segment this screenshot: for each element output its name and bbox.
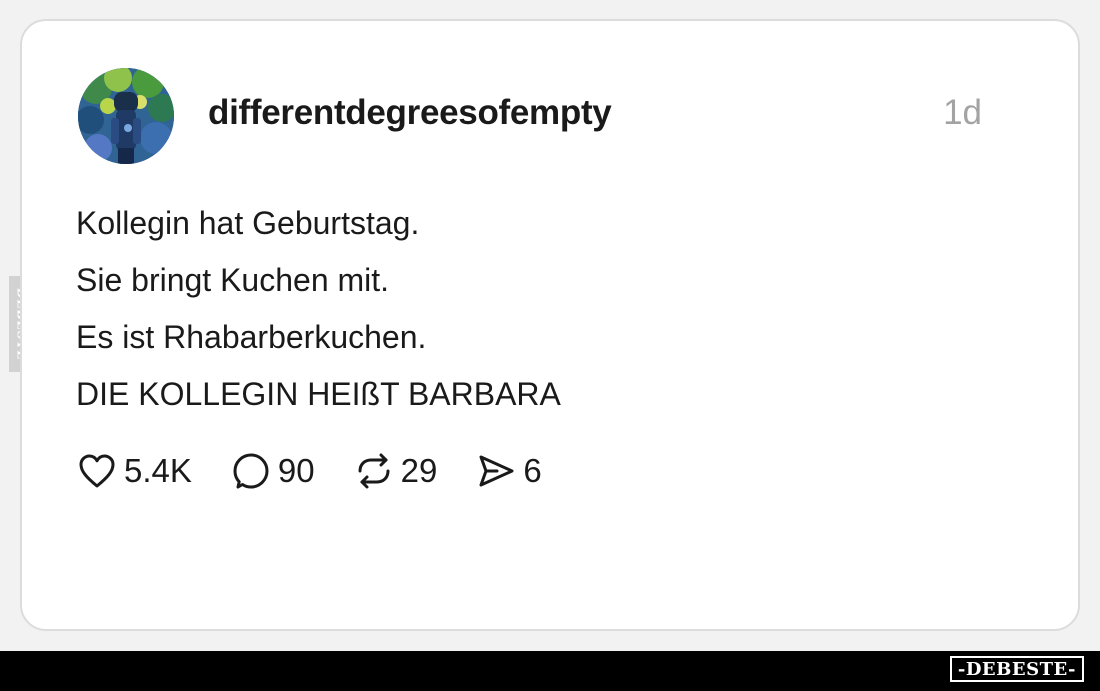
post-actions: 5.4K 90 29 6 [76,449,580,493]
send-icon [475,450,517,492]
share-count: 6 [523,452,542,489]
comment-icon [230,450,272,492]
username[interactable]: differentdegreesofempty [208,93,612,133]
bottom-watermark-bar: -DEBESTE- [0,651,1100,691]
post-card: differentdegreesofempty 1d Kollegin hat … [20,19,1080,631]
watermark-logo-text: -DEBESTE- [957,658,1076,680]
repost-count: 29 [400,452,438,489]
watermark-logo: -DEBESTE- [949,656,1084,682]
repost-icon [353,450,395,492]
share-button[interactable]: 6 [475,450,542,492]
comment-count: 90 [277,452,315,489]
post-line: Es ist Rhabarberkuchen. [76,319,427,355]
like-button[interactable]: 5.4K [76,450,192,492]
avatar[interactable] [78,68,174,164]
avatar-image [78,68,174,164]
post-line: Sie bringt Kuchen mit. [76,262,390,298]
repost-button[interactable]: 29 [353,450,438,492]
post-text: Kollegin hat Geburtstag. Sie bringt Kuch… [76,195,976,423]
post-line: Kollegin hat Geburtstag. [76,205,420,241]
heart-icon [76,450,118,492]
post-line: DIE KOLLEGIN HEIßT BARBARA [76,376,561,412]
post-timestamp: 1d [943,93,982,132]
like-count: 5.4K [124,452,192,489]
comment-button[interactable]: 90 [230,450,315,492]
